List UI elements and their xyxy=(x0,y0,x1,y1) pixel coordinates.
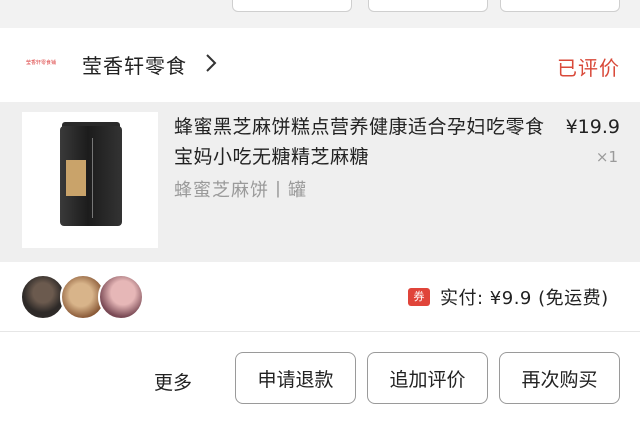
rebuy-button[interactable]: 再次购买 xyxy=(499,352,620,404)
product-spec: 蜂蜜芝麻饼丨罐 xyxy=(174,180,307,201)
shop-logo: 莹香轩零食铺 xyxy=(25,60,56,66)
jar-label xyxy=(66,160,86,196)
order-summary: 券 实付: ¥9.9 (免运费) xyxy=(0,262,640,332)
shop-header[interactable]: 莹香轩零食铺 莹香轩零食 已评价 xyxy=(0,28,640,102)
refund-button[interactable]: 申请退款 xyxy=(235,352,356,404)
order-card: 莹香轩零食铺 莹香轩零食 已评价 蜂蜜黑芝麻饼糕点营养健康适合孕妇吃零食宝妈小吃… xyxy=(0,28,640,427)
previous-order-strip xyxy=(0,0,640,28)
action-bar: 更多 申请退款 追加评价 再次购买 xyxy=(0,332,640,427)
more-button[interactable]: 更多 xyxy=(154,368,192,395)
product-thumbnail[interactable] xyxy=(22,112,158,248)
order-item[interactable]: 蜂蜜黑芝麻饼糕点营养健康适合孕妇吃零食宝妈小吃无糖精芝麻糖 蜂蜜芝麻饼丨罐 ¥1… xyxy=(0,102,640,262)
previous-button-stub[interactable] xyxy=(368,0,488,12)
chevron-right-icon[interactable] xyxy=(203,52,219,74)
product-quantity: ×1 xyxy=(595,148,618,166)
product-price: ¥19.9 xyxy=(565,116,620,138)
shop-name[interactable]: 莹香轩零食 xyxy=(82,50,187,79)
add-review-button[interactable]: 追加评价 xyxy=(367,352,488,404)
avatar xyxy=(98,274,144,320)
previous-button-stub[interactable] xyxy=(232,0,352,12)
previous-button-stub[interactable] xyxy=(500,0,620,12)
jar-text xyxy=(92,138,116,218)
paid-amount: 实付: ¥9.9 (免运费) xyxy=(440,288,609,309)
coupon-icon: 券 xyxy=(408,288,430,306)
product-title[interactable]: 蜂蜜黑芝麻饼糕点营养健康适合孕妇吃零食宝妈小吃无糖精芝麻糖 xyxy=(174,112,554,172)
order-status: 已评价 xyxy=(557,56,620,80)
